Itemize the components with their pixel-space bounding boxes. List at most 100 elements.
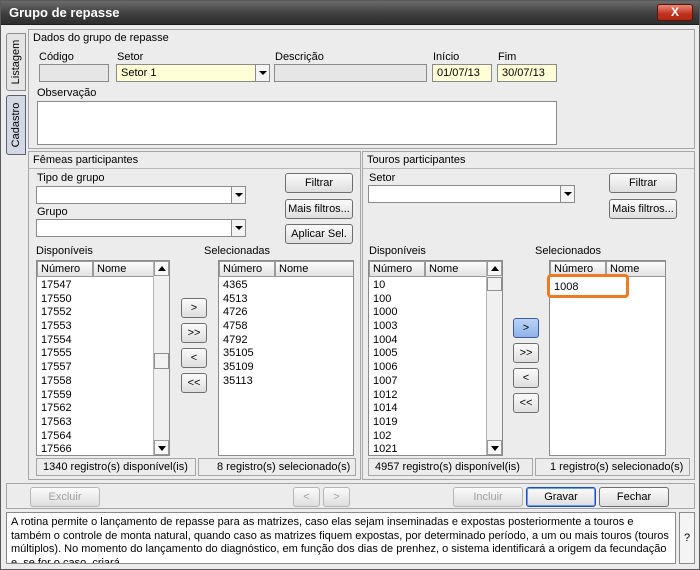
list-item[interactable]: 4758 — [219, 320, 254, 334]
list-item[interactable]: 35109 — [219, 361, 254, 375]
setor-combo[interactable]: Setor 1 — [116, 64, 270, 82]
fechar-button[interactable]: Fechar — [599, 487, 669, 507]
tipo-grupo-combo[interactable] — [36, 186, 246, 204]
chevron-down-icon[interactable] — [255, 65, 269, 81]
scroll-thumb[interactable] — [487, 277, 502, 291]
touros-status-selected: 1 registro(s) selecionado(s) — [535, 458, 690, 476]
selection-highlight — [547, 274, 629, 298]
list-item[interactable]: 17555 — [37, 347, 72, 361]
window-title: Grupo de repasse — [9, 5, 120, 20]
touros-move-all-right-button[interactable]: >> — [513, 343, 539, 363]
touros-available-list[interactable]: Número Nome 10 100 1000 1003 1004 1005 1006 100… — [368, 260, 503, 456]
list-item[interactable]: 17554 — [37, 334, 72, 348]
col-numero[interactable]: Número — [219, 261, 275, 277]
scroll-up-icon[interactable] — [487, 261, 502, 276]
touros-setor-label: Setor — [369, 172, 396, 184]
observacao-label: Observação — [37, 87, 97, 99]
tab-listagem[interactable]: Listagem — [6, 33, 26, 91]
list-item[interactable]: 1007 — [369, 375, 397, 389]
femeas-move-all-left-button[interactable]: << — [181, 373, 207, 393]
touros-filtrar-button[interactable]: Filtrar — [609, 173, 677, 193]
list-header: Número Nome — [369, 261, 502, 277]
list-header: Número Nome — [37, 261, 169, 277]
touros-move-all-left-button[interactable]: << — [513, 393, 539, 413]
list-item[interactable]: 17562 — [37, 402, 72, 416]
list-item[interactable]: 17563 — [37, 416, 72, 430]
grupo-combo[interactable] — [36, 219, 246, 237]
list-item[interactable]: 17559 — [37, 389, 72, 403]
femeas-section-title: Fêmeas participantes — [33, 154, 139, 166]
next-record-button[interactable]: > — [323, 487, 350, 507]
femeas-move-all-right-button[interactable]: >> — [181, 323, 207, 343]
vertical-scrollbar[interactable] — [153, 261, 169, 455]
list-item[interactable]: 17558 — [37, 375, 72, 389]
scroll-down-icon[interactable] — [487, 440, 502, 455]
setor-combo-value: Setor 1 — [121, 67, 157, 79]
list-item[interactable]: 17550 — [37, 293, 72, 307]
col-nome[interactable]: Nome — [93, 261, 155, 277]
scroll-up-icon[interactable] — [154, 261, 169, 276]
inicio-field[interactable]: 01/07/13 — [432, 64, 492, 82]
gravar-button[interactable]: Gravar — [526, 487, 596, 507]
femeas-status-selected: 8 registro(s) selecionado(s) — [198, 458, 356, 476]
col-numero[interactable]: Número — [37, 261, 93, 277]
observacao-textarea[interactable] — [37, 101, 557, 145]
list-item[interactable]: 17564 — [37, 430, 72, 444]
list-item[interactable]: 17547 — [37, 279, 72, 293]
descricao-field[interactable] — [274, 64, 427, 82]
femeas-divider — [29, 168, 360, 169]
fim-field[interactable]: 30/07/13 — [497, 64, 557, 82]
scroll-thumb[interactable] — [154, 353, 169, 369]
list-item[interactable]: 1000 — [369, 306, 397, 320]
list-item[interactable]: 1005 — [369, 347, 397, 361]
list-item[interactable]: 17566 — [37, 443, 72, 455]
incluir-button[interactable]: Incluir — [453, 487, 523, 507]
list-item[interactable]: 1019 — [369, 416, 397, 430]
list-item[interactable]: 17557 — [37, 361, 72, 375]
aplicar-sel-button[interactable]: Aplicar Sel. — [285, 224, 353, 244]
list-item[interactable]: 35105 — [219, 347, 254, 361]
list-item[interactable]: 1014 — [369, 402, 397, 416]
list-item[interactable]: 4513 — [219, 293, 254, 307]
list-item[interactable]: 4726 — [219, 306, 254, 320]
touros-move-left-button[interactable]: < — [513, 368, 539, 388]
femeas-move-right-button[interactable]: > — [181, 298, 207, 318]
list-item[interactable]: 35113 — [219, 375, 254, 389]
codigo-label: Código — [39, 51, 74, 63]
touros-mais-filtros-button[interactable]: Mais filtros... — [609, 199, 677, 219]
list-item[interactable]: 10 — [369, 279, 397, 293]
col-nome[interactable]: Nome — [275, 261, 353, 277]
chevron-down-icon[interactable] — [560, 186, 574, 202]
list-item[interactable]: 4792 — [219, 334, 254, 348]
list-item[interactable]: 17552 — [37, 306, 72, 320]
femeas-selected-list[interactable]: Número Nome 4365 4513 4726 4758 4792 35105 351… — [218, 260, 354, 456]
list-item[interactable]: 1021 — [369, 443, 397, 455]
vertical-scrollbar[interactable] — [486, 261, 502, 455]
touros-move-right-button[interactable]: > — [513, 318, 539, 338]
femeas-available-list[interactable]: Número Nome 17547 17550 17552 17553 17554 175… — [36, 260, 170, 456]
scroll-down-icon[interactable] — [154, 440, 169, 455]
col-numero[interactable]: Número — [369, 261, 425, 277]
chevron-down-icon[interactable] — [231, 187, 245, 203]
list-item[interactable]: 100 — [369, 293, 397, 307]
chevron-down-icon[interactable] — [231, 220, 245, 236]
close-button[interactable]: X — [657, 4, 693, 21]
list-item[interactable]: 4365 — [219, 279, 254, 293]
femeas-mais-filtros-button[interactable]: Mais filtros... — [285, 199, 353, 219]
femeas-filtrar-button[interactable]: Filtrar — [285, 173, 353, 193]
list-item[interactable]: 1004 — [369, 334, 397, 348]
list-item[interactable]: 1003 — [369, 320, 397, 334]
prev-record-button[interactable]: < — [293, 487, 320, 507]
list-item[interactable]: 1006 — [369, 361, 397, 375]
list-item[interactable]: 17553 — [37, 320, 72, 334]
femeas-move-left-button[interactable]: < — [181, 348, 207, 368]
femeas-panel: Fêmeas participantes Tipo de grupo Grupo… — [28, 151, 361, 480]
codigo-field[interactable] — [39, 64, 109, 82]
col-nome[interactable]: Nome — [425, 261, 487, 277]
excluir-button[interactable]: Excluir — [30, 487, 100, 507]
list-item[interactable]: 102 — [369, 430, 397, 444]
list-item[interactable]: 1012 — [369, 389, 397, 403]
tab-cadastro[interactable]: Cadastro — [6, 95, 26, 155]
touros-setor-combo[interactable] — [368, 185, 575, 203]
help-button[interactable]: ? — [679, 512, 695, 564]
